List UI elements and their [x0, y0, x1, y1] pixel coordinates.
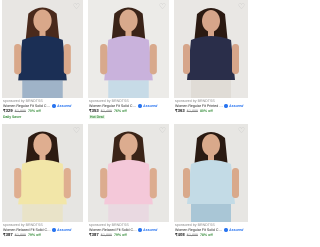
model-top [18, 35, 67, 81]
assured-badge: Assured [52, 104, 71, 109]
wishlist-heart-icon[interactable]: ♡ [158, 2, 167, 11]
model-arm-left [183, 44, 190, 74]
product-image[interactable] [88, 124, 169, 222]
assured-badge: Assured [224, 104, 243, 109]
model-top [104, 35, 153, 81]
product-grid: ♡ sponsored by BRNDTSS Women Regular Fit… [0, 0, 250, 247]
product-image[interactable] [88, 0, 169, 98]
product-price: ₹363 [175, 108, 185, 114]
product-image[interactable] [2, 0, 83, 98]
assured-icon [138, 227, 142, 232]
model-face [119, 9, 138, 32]
model-bottom [191, 204, 231, 222]
model-face [202, 134, 220, 156]
product-mrp: ₹1,999 [14, 109, 26, 114]
product-card[interactable]: ♡ sponsored by BRNDTSS Women Relaxed Fit… [88, 124, 169, 247]
product-discount: 78% off [199, 233, 213, 238]
product-card[interactable]: ♡ sponsored by BRNDTSS Women Regular Fit… [174, 124, 248, 247]
product-mrp: ₹1,899 [100, 233, 112, 238]
model-arm-left [14, 43, 22, 75]
product-image[interactable] [2, 124, 83, 222]
model-bottom [108, 204, 149, 222]
product-discount: 76% off [113, 109, 127, 114]
product-card[interactable]: ♡ sponsored by BRNDTSS Women Regular Fit… [88, 0, 169, 124]
product-price: ₹408 [175, 232, 185, 238]
model-bottom [22, 204, 63, 222]
deal-tag: Daily Saver [3, 114, 22, 119]
product-discount: 70% off [27, 109, 41, 114]
assured-icon [224, 103, 228, 108]
deal-tag: Hot Deal [89, 114, 105, 120]
model-bottom [108, 80, 149, 98]
assured-badge: Assured [138, 228, 157, 233]
assured-badge: Assured [52, 228, 71, 233]
wishlist-heart-icon[interactable]: ♡ [158, 126, 167, 135]
model-face [119, 133, 138, 156]
assured-badge: Assured [138, 104, 157, 109]
model-arm-right [149, 43, 157, 75]
assured-icon [138, 103, 142, 108]
product-image[interactable] [174, 124, 248, 222]
model-neck [208, 154, 214, 161]
product-price: ₹387 [89, 232, 99, 238]
model-top [18, 159, 67, 205]
product-mrp: ₹1,899 [186, 109, 198, 114]
product-price: ₹387 [3, 232, 13, 238]
assured-icon [52, 103, 56, 108]
model-neck [39, 29, 46, 37]
model-neck [39, 153, 46, 161]
model-face [202, 10, 220, 32]
assured-icon [52, 227, 56, 232]
model-face [33, 133, 52, 156]
model-top [187, 36, 235, 80]
wishlist-heart-icon[interactable]: ♡ [72, 2, 81, 11]
product-discount: 79% off [113, 233, 127, 238]
product-price: ₹353 [89, 108, 99, 114]
model-arm-right [232, 44, 239, 74]
product-mrp: ₹1,899 [186, 233, 198, 238]
assured-badge: Assured [224, 228, 243, 233]
product-mrp: ₹1,899 [14, 233, 26, 238]
model-top [104, 159, 153, 205]
wishlist-heart-icon[interactable]: ♡ [237, 2, 246, 11]
model-arm-left [14, 167, 22, 199]
assured-icon [224, 227, 228, 232]
product-card[interactable]: ♡ sponsored by BRNDTSS Women Regular Fit… [174, 0, 248, 124]
model-face [33, 9, 52, 32]
model-top [187, 160, 235, 204]
product-discount: 79% off [27, 233, 41, 238]
product-card[interactable]: ♡ sponsored by BRNDTSS Women Relaxed Fit… [2, 124, 83, 247]
model-arm-right [149, 167, 157, 199]
wishlist-heart-icon[interactable]: ♡ [237, 126, 246, 135]
model-bottom [22, 80, 63, 98]
model-arm-right [63, 43, 71, 75]
model-arm-left [100, 43, 108, 75]
product-card[interactable]: ♡ sponsored by BRNDTSS Women Regular Fit… [2, 0, 83, 124]
product-image[interactable] [174, 0, 248, 98]
product-discount: 80% off [199, 109, 213, 114]
model-neck [125, 29, 132, 37]
model-bottom [191, 80, 231, 98]
product-mrp: ₹1,499 [100, 109, 112, 114]
model-arm-left [100, 167, 108, 199]
model-neck [125, 153, 132, 161]
model-arm-left [183, 168, 190, 198]
model-arm-right [63, 167, 71, 199]
model-neck [208, 30, 214, 37]
wishlist-heart-icon[interactable]: ♡ [72, 126, 81, 135]
product-price: ₹329 [3, 108, 13, 114]
model-arm-right [232, 168, 239, 198]
